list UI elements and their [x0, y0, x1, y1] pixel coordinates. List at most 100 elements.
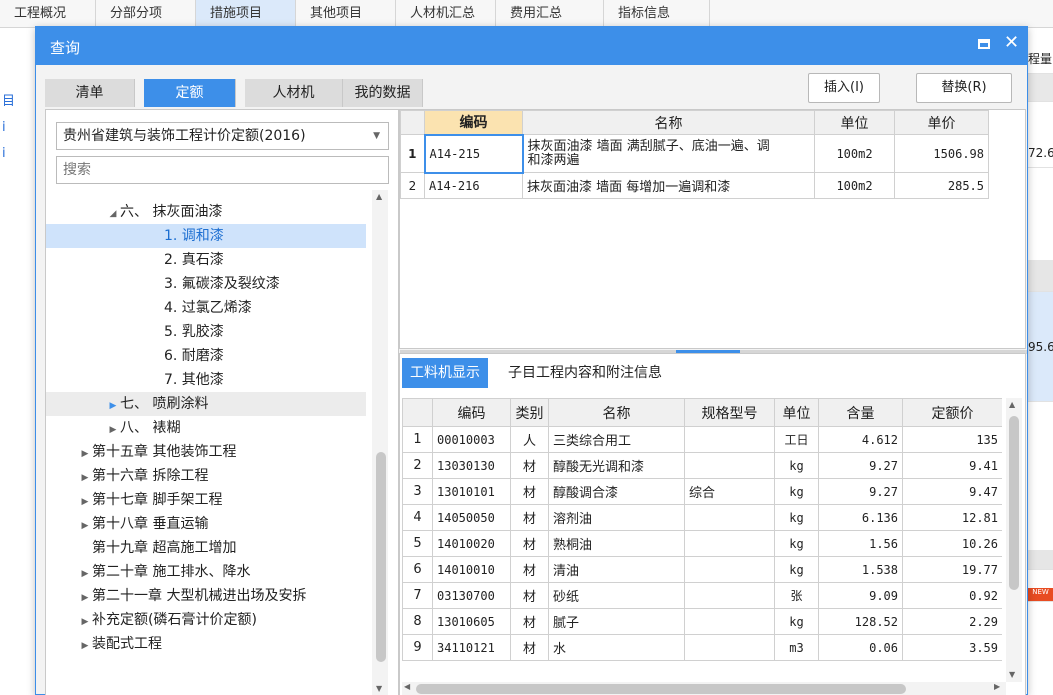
column-header[interactable]: 定额价 [902, 398, 1002, 427]
resource-spec-cell[interactable] [684, 556, 775, 583]
table-row[interactable]: 4 14050050 材溶剂油 kg 6.136 12.81 [402, 504, 1002, 531]
resource-spec-cell[interactable] [684, 504, 775, 531]
table-row[interactable]: 2 A14-216 抹灰面油漆 墙面 每增加一遍调和漆 100m2 285.5 [400, 172, 989, 199]
quota-unit-cell[interactable]: 100m2 [814, 134, 895, 173]
resource-name-cell[interactable]: 清油 [548, 556, 685, 583]
resource-unit-cell[interactable]: 工日 [774, 426, 819, 453]
tree-item[interactable]: ▶ 第十八章 垂直运输 [46, 512, 366, 536]
tree-item[interactable]: ▶ 第二十章 施工排水、降水 [46, 560, 366, 584]
expand-toggle-icon[interactable]: ▶ [78, 634, 92, 658]
replace-button[interactable]: 替换(R) [916, 73, 1012, 103]
table-row[interactable]: 1 A14-215 抹灰面油漆 墙面 满刮腻子、底油一遍、调 和漆两遍 100m2… [400, 133, 989, 174]
quota-price-cell[interactable]: 1506.98 [894, 134, 989, 173]
resource-qty-cell[interactable]: 9.09 [818, 582, 903, 609]
table-row[interactable]: 3 13010101 材醇酸调合漆 综合 kg 9.27 9.47 [402, 478, 1002, 505]
background-tab[interactable]: 指标信息 [604, 0, 710, 28]
tree-item[interactable]: 2. 真石漆 [46, 248, 366, 272]
tree-item[interactable]: ▶ 第十七章 脚手架工程 [46, 488, 366, 512]
scroll-down-icon[interactable]: ▼ [1009, 670, 1015, 679]
table-row[interactable]: 7 03130700 材砂纸 张 9.09 0.92 [402, 582, 1002, 609]
search-input[interactable] [56, 156, 389, 184]
resource-price-cell[interactable]: 3.59 [902, 634, 1002, 661]
resource-unit-cell[interactable]: kg [774, 530, 819, 557]
resource-price-cell[interactable]: 2.29 [902, 608, 1002, 635]
close-icon[interactable]: ✕ [1004, 32, 1019, 53]
scrollbar-thumb[interactable] [376, 452, 386, 662]
column-header[interactable]: 规格型号 [684, 398, 775, 427]
table-row[interactable]: 9 34110121 材水 m3 0.06 3.59 [402, 634, 1002, 661]
expand-toggle-icon[interactable]: ▶ [78, 514, 92, 538]
resource-code-cell[interactable]: 13030130 [432, 452, 511, 479]
resource-unit-cell[interactable]: kg [774, 452, 819, 479]
table-row[interactable]: 2 13030130 材醇酸无光调和漆 kg 9.27 9.41 [402, 452, 1002, 479]
resource-spec-cell[interactable]: 综合 [684, 478, 775, 505]
resource-qty-cell[interactable]: 4.612 [818, 426, 903, 453]
column-header[interactable]: 名称 [522, 110, 815, 135]
resource-unit-cell[interactable]: kg [774, 504, 819, 531]
resource-price-cell[interactable]: 135 [902, 426, 1002, 453]
tree-item[interactable]: 4. 过氯乙烯漆 [46, 296, 366, 320]
resource-price-cell[interactable]: 9.47 [902, 478, 1002, 505]
table-row[interactable]: 5 14010020 材熟桐油 kg 1.56 10.26 [402, 530, 1002, 557]
resource-qty-cell[interactable]: 1.56 [818, 530, 903, 557]
resource-name-cell[interactable]: 熟桐油 [548, 530, 685, 557]
resource-type-cell[interactable]: 材 [510, 478, 549, 505]
resource-horizontal-scrollbar[interactable]: ◀ ▶ [402, 682, 1006, 695]
resource-code-cell[interactable]: 14050050 [432, 504, 511, 531]
resource-qty-cell[interactable]: 9.27 [818, 478, 903, 505]
expand-toggle-icon[interactable]: ▶ [106, 394, 120, 418]
resource-name-cell[interactable]: 水 [548, 634, 685, 661]
resource-unit-cell[interactable]: kg [774, 608, 819, 635]
column-header[interactable]: 类别 [510, 398, 549, 427]
tree-item[interactable]: ▶ 装配式工程 [46, 632, 366, 656]
column-header[interactable]: 名称 [548, 398, 685, 427]
expand-toggle-icon[interactable]: ▶ [78, 442, 92, 466]
resource-name-cell[interactable]: 溶剂油 [548, 504, 685, 531]
tab-resource-display[interactable]: 工料机显示 [402, 358, 488, 388]
quota-name-cell[interactable]: 抹灰面油漆 墙面 每增加一遍调和漆 [522, 172, 815, 199]
tab-work-content-notes[interactable]: 子目工程内容和附注信息 [500, 358, 670, 388]
scroll-down-icon[interactable]: ▼ [376, 684, 382, 693]
table-row[interactable]: 1 00010003 人三类综合用工 工日 4.612 135 [402, 426, 1002, 453]
scroll-up-icon[interactable]: ▲ [376, 192, 382, 201]
resource-type-cell[interactable]: 人 [510, 426, 549, 453]
resource-unit-cell[interactable]: kg [774, 478, 819, 505]
resource-spec-cell[interactable] [684, 530, 775, 557]
maximize-icon[interactable] [978, 39, 990, 49]
table-row[interactable]: 6 14010010 材清油 kg 1.538 19.77 [402, 556, 1002, 583]
tree-item[interactable]: 6. 耐磨漆 [46, 344, 366, 368]
resource-code-cell[interactable]: 14010010 [432, 556, 511, 583]
insert-button[interactable]: 插入(I) [808, 73, 880, 103]
tree-item[interactable]: ▶ 补充定额(磷石膏计价定额) [46, 608, 366, 632]
tree-item[interactable]: ◢ 六、 抹灰面油漆 [46, 200, 366, 224]
resource-unit-cell[interactable]: 张 [774, 582, 819, 609]
expand-toggle-icon[interactable]: ▶ [78, 610, 92, 634]
scroll-up-icon[interactable]: ▲ [1009, 400, 1015, 409]
tree-item[interactable]: 第十九章 超高施工增加 [46, 536, 366, 560]
resource-type-cell[interactable]: 材 [510, 608, 549, 635]
resource-type-cell[interactable]: 材 [510, 634, 549, 661]
expand-toggle-icon[interactable]: ◢ [106, 202, 120, 226]
resource-spec-cell[interactable] [684, 608, 775, 635]
resource-code-cell[interactable]: 14010020 [432, 530, 511, 557]
scroll-left-icon[interactable]: ◀ [404, 682, 410, 691]
column-header[interactable]: 单价 [894, 110, 989, 135]
column-header[interactable]: 单位 [774, 398, 819, 427]
expand-toggle-icon[interactable]: ▶ [106, 418, 120, 442]
expand-toggle-icon[interactable]: ▶ [78, 490, 92, 514]
resource-name-cell[interactable]: 三类综合用工 [548, 426, 685, 453]
resource-qty-cell[interactable]: 6.136 [818, 504, 903, 531]
background-tab[interactable]: 费用汇总 [496, 0, 604, 28]
tree-item[interactable]: 5. 乳胶漆 [46, 320, 366, 344]
resource-name-cell[interactable]: 腻子 [548, 608, 685, 635]
tab-dinge[interactable]: 定额 [144, 79, 236, 107]
resource-type-cell[interactable]: 材 [510, 582, 549, 609]
resource-spec-cell[interactable] [684, 426, 775, 453]
resource-unit-cell[interactable]: kg [774, 556, 819, 583]
resource-price-cell[interactable]: 9.41 [902, 452, 1002, 479]
tree-item[interactable]: ▶ 七、 喷刷涂料 [46, 392, 366, 416]
dialog-titlebar[interactable]: 查询 ✕ [36, 27, 1027, 65]
tree-item[interactable]: ▶ 第二十一章 大型机械进出场及安拆 [46, 584, 366, 608]
background-tab[interactable]: 人材机汇总 [396, 0, 496, 28]
tree-item[interactable]: ▶ 第十五章 其他装饰工程 [46, 440, 366, 464]
